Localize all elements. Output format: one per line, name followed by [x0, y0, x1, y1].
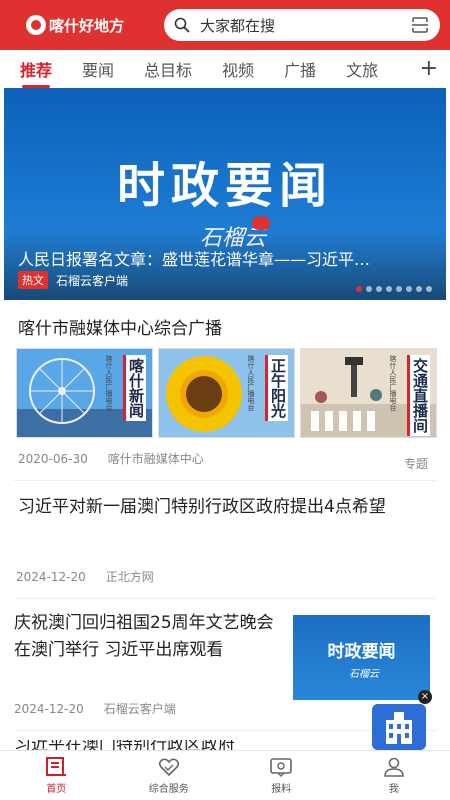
carousel-dots	[352, 286, 432, 292]
divider	[14, 598, 436, 599]
banner-source: 石榴云客户端	[56, 273, 129, 288]
search-icon	[174, 17, 190, 33]
tab-news[interactable]: 要闻	[82, 57, 114, 81]
search-placeholder: 大家都在搜	[200, 16, 276, 35]
floating-widget: ×	[372, 690, 432, 750]
carousel-dot[interactable]	[386, 286, 392, 292]
nav-label: 报料	[271, 784, 292, 795]
tab-radio[interactable]: 广播	[284, 57, 316, 81]
article-date: 2020-06-30	[18, 451, 88, 466]
scan-icon[interactable]	[410, 15, 430, 35]
close-icon[interactable]: ×	[418, 690, 432, 704]
logo-icon	[26, 15, 46, 35]
add-channel-icon[interactable]: +	[420, 58, 438, 80]
article-meta: 2020-06-30 喀什市融媒体中心	[18, 450, 204, 467]
article-image-brand: 石榴云	[349, 669, 379, 680]
user-icon	[383, 757, 404, 777]
nav-me[interactable]: 我	[338, 751, 450, 800]
carousel-dot[interactable]	[426, 286, 432, 292]
article-image-title: 时政要闻	[327, 642, 396, 662]
pomegranate-icon	[252, 216, 270, 230]
nav-home[interactable]: 首页	[0, 751, 113, 800]
divider	[14, 480, 436, 481]
tab-goals[interactable]: 总目标	[144, 57, 192, 81]
thumbnail-title: 喀什新闻	[123, 355, 146, 421]
tab-video[interactable]: 视频	[222, 57, 254, 81]
thumbnail-subtitle: 喀什人民广播电台	[247, 355, 255, 411]
hot-tag: 热文	[18, 271, 48, 289]
tab-recommend[interactable]: 推荐	[20, 57, 52, 88]
article-meta: 2024-12-20 石榴云客户端	[14, 700, 176, 717]
banner-headline[interactable]: 人民日报署名文章：盛世莲花谱华章——习近平…	[18, 246, 433, 270]
thumbnail-title: 正午阳光	[265, 355, 288, 421]
thumbnail-image: 喀什人民广播电台 正午阳光	[158, 348, 295, 438]
heart-service-icon	[158, 758, 179, 777]
article-source: 喀什市融媒体中心	[107, 452, 204, 466]
carousel-dot[interactable]	[416, 286, 422, 292]
article-item[interactable]: 喀什市融媒体中心综合广播	[18, 316, 438, 343]
thumbnail-image: 喀什人民广播电台 喀什新闻	[16, 348, 153, 438]
article-source: 石榴云客户端	[103, 702, 176, 716]
thumbnail-image: 喀什人民广播电台 交通直播间	[300, 348, 437, 438]
nav-report[interactable]: 报料	[225, 751, 338, 800]
article-title: 喀什市融媒体中心综合广播	[18, 319, 222, 339]
article-title: 庆祝澳门回归祖国25周年文艺晚会在澳门举行 习近平出席观看	[14, 613, 274, 660]
carousel-dot[interactable]	[366, 286, 372, 292]
top-bar: 喀什好地方 大家都在搜	[0, 0, 450, 50]
nav-services[interactable]: 综合服务	[113, 751, 226, 800]
article-item[interactable]: 习近平对新一届澳门特别行政区政府提出4点希望	[18, 494, 438, 521]
app-name: 喀什好地方	[49, 16, 125, 35]
tab-culture-tourism[interactable]: 文旅	[346, 57, 378, 81]
article-thumbnails[interactable]: 喀什人民广播电台 喀什新闻 喀什人民广播电台 正午阳光 喀什人民广播电台 交通直…	[16, 348, 442, 438]
article-item[interactable]: 庆祝澳门回归祖国25周年文艺晚会在澳门举行 习近平出席观看	[14, 610, 282, 664]
banner-image-title: 时政要闻	[116, 158, 333, 214]
banner-carousel[interactable]: 时政要闻 石榴云 人民日报署名文章：盛世莲花谱华章——习近平… 热文 石榴云客户…	[4, 88, 446, 300]
article-title: 习近平对新一届澳门特别行政区政府提出4点希望	[18, 497, 386, 517]
report-icon	[270, 758, 293, 777]
nav-label: 综合服务	[148, 784, 189, 795]
thumbnail-title: 交通直播间	[407, 355, 430, 436]
channel-tabs: 推荐 要闻 总目标 视频 广播 文旅 +	[0, 50, 450, 88]
search-bar[interactable]: 大家都在搜	[164, 9, 440, 41]
floating-app-button[interactable]	[372, 704, 426, 750]
article-date: 2024-12-20	[14, 701, 84, 716]
nav-label: 我	[388, 784, 399, 795]
building-icon	[372, 704, 426, 750]
carousel-dot[interactable]	[406, 286, 412, 292]
app-logo[interactable]: 喀什好地方	[26, 15, 146, 36]
thumbnail-subtitle: 喀什人民广播电台	[105, 355, 113, 411]
article-image[interactable]: 时政要闻 石榴云	[293, 615, 430, 700]
carousel-dot[interactable]	[376, 286, 382, 292]
article-meta: 2024-12-20 正北方网	[16, 568, 154, 585]
home-news-icon	[46, 757, 67, 776]
article-date: 2024-12-20	[16, 569, 86, 584]
nav-label: 首页	[46, 784, 67, 795]
carousel-dot[interactable]	[396, 286, 402, 292]
carousel-dot[interactable]	[356, 286, 362, 292]
bottom-nav: 首页 综合服务 报料 我	[0, 750, 450, 800]
banner-meta: 热文 石榴云客户端	[18, 271, 128, 289]
article-source: 正北方网	[105, 570, 154, 584]
article-label: 专题	[404, 457, 429, 471]
thumbnail-subtitle: 喀什人民广播电台	[389, 355, 397, 411]
